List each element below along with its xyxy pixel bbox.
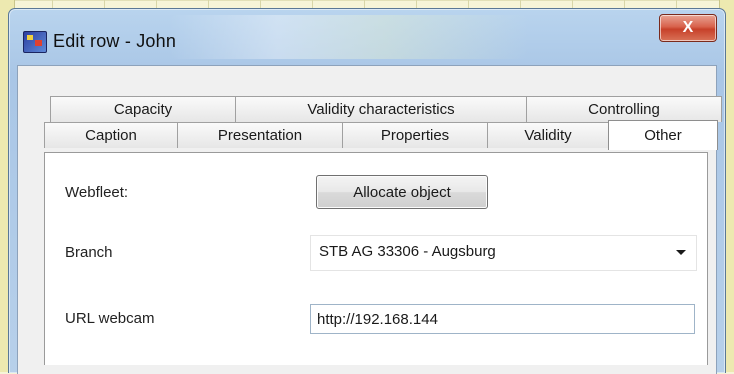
app-logo-icon (23, 31, 47, 53)
close-button[interactable]: X (659, 14, 717, 42)
tab-page-other: Webfleet: Allocate object Branch STB AG … (44, 152, 708, 365)
webfleet-label: Webfleet: (65, 184, 129, 201)
branch-label: Branch (65, 244, 113, 261)
tab-presentation[interactable]: Presentation (177, 122, 343, 148)
tab-caption[interactable]: Caption (44, 122, 178, 148)
url-webcam-label: URL webcam (65, 310, 155, 327)
tab-validity-characteristics[interactable]: Validity characteristics (235, 96, 527, 122)
url-webcam-input[interactable] (310, 304, 695, 334)
title-bar[interactable]: Edit row - John X (9, 9, 725, 65)
tab-other[interactable]: Other (608, 120, 718, 150)
edit-row-dialog: Edit row - John X Capacity Validity char… (8, 8, 726, 374)
title-glass (169, 15, 529, 59)
tab-validity[interactable]: Validity (487, 122, 609, 148)
tab-properties[interactable]: Properties (342, 122, 488, 148)
branch-select-value: STB AG 33306 - Augsburg (319, 243, 496, 260)
tab-capacity[interactable]: Capacity (50, 96, 236, 122)
close-icon: X (682, 19, 694, 36)
allocate-object-button[interactable]: Allocate object (316, 175, 488, 209)
branch-select[interactable]: STB AG 33306 - Augsburg (310, 235, 697, 271)
window-title: Edit row - John (53, 31, 177, 51)
dialog-client-area: Capacity Validity characteristics Contro… (17, 65, 722, 374)
chevron-down-icon[interactable] (676, 250, 686, 255)
tab-controlling[interactable]: Controlling (526, 96, 722, 122)
